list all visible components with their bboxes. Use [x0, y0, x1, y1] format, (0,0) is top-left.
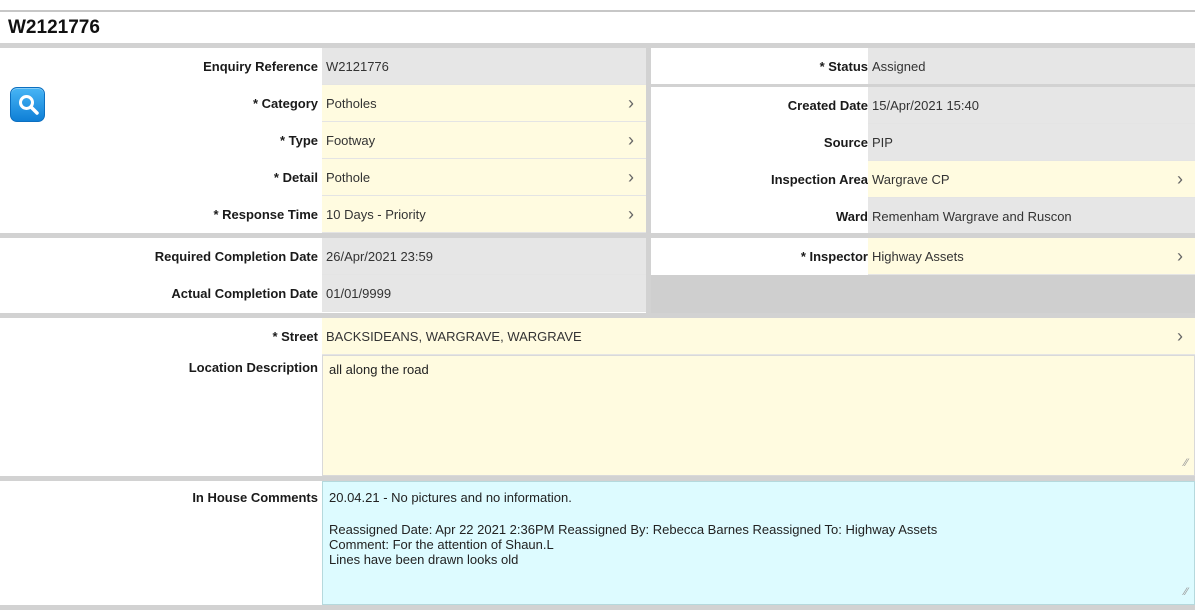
enquiry-reference-label: Enquiry Reference [203, 59, 318, 74]
enquiry-reference-row: Enquiry Reference W2121776 [0, 48, 646, 85]
street-label: * Street [272, 329, 318, 344]
comment-line: Reassigned Date: Apr 22 2021 2:36PM Reas… [329, 522, 938, 537]
source-label: Source [823, 135, 868, 150]
inspector-row: * Inspector Highway Assets › [651, 238, 1195, 275]
detail-row: * Detail Pothole › [0, 159, 646, 196]
ward-value: Remenham Wargrave and Ruscon [868, 198, 1195, 235]
page-title: W2121776 [8, 17, 100, 38]
ward-row: Ward Remenham Wargrave and Ruscon [651, 198, 1195, 235]
required-completion-row: Required Completion Date 26/Apr/2021 23:… [0, 238, 646, 275]
in-house-comments-label: In House Comments [192, 490, 318, 505]
chevron-right-icon[interactable]: › [628, 85, 634, 122]
detail-field[interactable]: Pothole › [322, 159, 646, 196]
type-row: * Type Footway › [0, 122, 646, 159]
comment-line: Lines have been drawn looks old [329, 552, 519, 567]
inspector-label: * Inspector [800, 249, 868, 264]
chevron-right-icon[interactable]: › [628, 159, 634, 196]
inspection-area-label: Inspection Area [770, 172, 868, 187]
in-house-comments-input[interactable]: 20.04.21 - No pictures and no informatio… [322, 481, 1195, 605]
chevron-right-icon[interactable]: › [1177, 238, 1183, 275]
created-date-row: Created Date 15/Apr/2021 15:40 [651, 87, 1195, 124]
detail-label: * Detail [273, 170, 318, 185]
header-divider [0, 10, 1195, 12]
response-time-value: 10 Days - Priority [326, 207, 426, 222]
chevron-right-icon[interactable]: › [1177, 318, 1183, 355]
resize-handle-icon[interactable]: ⁄⁄ [1184, 456, 1188, 471]
location-description-input[interactable]: all along the road ⁄⁄ [322, 355, 1195, 476]
comment-line: 20.04.21 - No pictures and no informatio… [329, 490, 572, 505]
created-date-value: 15/Apr/2021 15:40 [868, 87, 1195, 124]
source-row: Source PIP [651, 124, 1195, 161]
actual-completion-label: Actual Completion Date [171, 286, 318, 301]
category-value: Potholes [326, 96, 377, 111]
inspection-area-row: Inspection Area Wargrave CP › [651, 161, 1195, 198]
street-field[interactable]: BACKSIDEANS, WARGRAVE, WARGRAVE › [322, 318, 1195, 355]
location-description-value: all along the road [329, 362, 429, 377]
street-value: BACKSIDEANS, WARGRAVE, WARGRAVE [326, 329, 582, 344]
ward-label: Ward [835, 209, 868, 224]
inspector-field[interactable]: Highway Assets › [868, 238, 1195, 275]
type-label: * Type [279, 133, 318, 148]
response-time-row: * Response Time 10 Days - Priority › [0, 196, 646, 233]
actual-completion-value: 01/01/9999 [322, 275, 646, 312]
location-description-label: Location Description [188, 360, 318, 375]
created-date-label: Created Date [787, 98, 868, 113]
type-value: Footway [326, 133, 376, 148]
actual-completion-row: Actual Completion Date 01/01/9999 [0, 275, 646, 312]
detail-value: Pothole [326, 170, 371, 185]
status-row: * Status Assigned [651, 48, 1195, 85]
required-completion-value: 26/Apr/2021 23:59 [322, 238, 646, 275]
required-completion-label: Required Completion Date [154, 249, 318, 264]
status-value: Assigned [868, 48, 1195, 85]
section-divider [0, 605, 1195, 610]
resize-handle-icon[interactable]: ⁄⁄ [1184, 585, 1188, 600]
chevron-right-icon[interactable]: › [1177, 161, 1183, 198]
category-label: * Category [252, 96, 318, 111]
inspection-area-value: Wargrave CP [872, 172, 950, 187]
response-time-field[interactable]: 10 Days - Priority › [322, 196, 646, 233]
inspector-value: Highway Assets [872, 249, 964, 264]
empty-panel [651, 275, 1195, 313]
source-value: PIP [868, 124, 1195, 161]
chevron-right-icon[interactable]: › [628, 122, 634, 159]
comment-line: Comment: For the attention of Shaun.L [329, 537, 554, 552]
inspection-area-field[interactable]: Wargrave CP › [868, 161, 1195, 198]
response-time-label: * Response Time [213, 207, 318, 222]
category-row: * Category Potholes › [0, 85, 646, 122]
street-row: * Street BACKSIDEANS, WARGRAVE, WARGRAVE… [0, 318, 1195, 355]
chevron-right-icon[interactable]: › [628, 196, 634, 233]
category-field[interactable]: Potholes › [322, 85, 646, 122]
type-field[interactable]: Footway › [322, 122, 646, 159]
enquiry-reference-value: W2121776 [322, 48, 646, 85]
status-label: * Status [819, 59, 868, 74]
